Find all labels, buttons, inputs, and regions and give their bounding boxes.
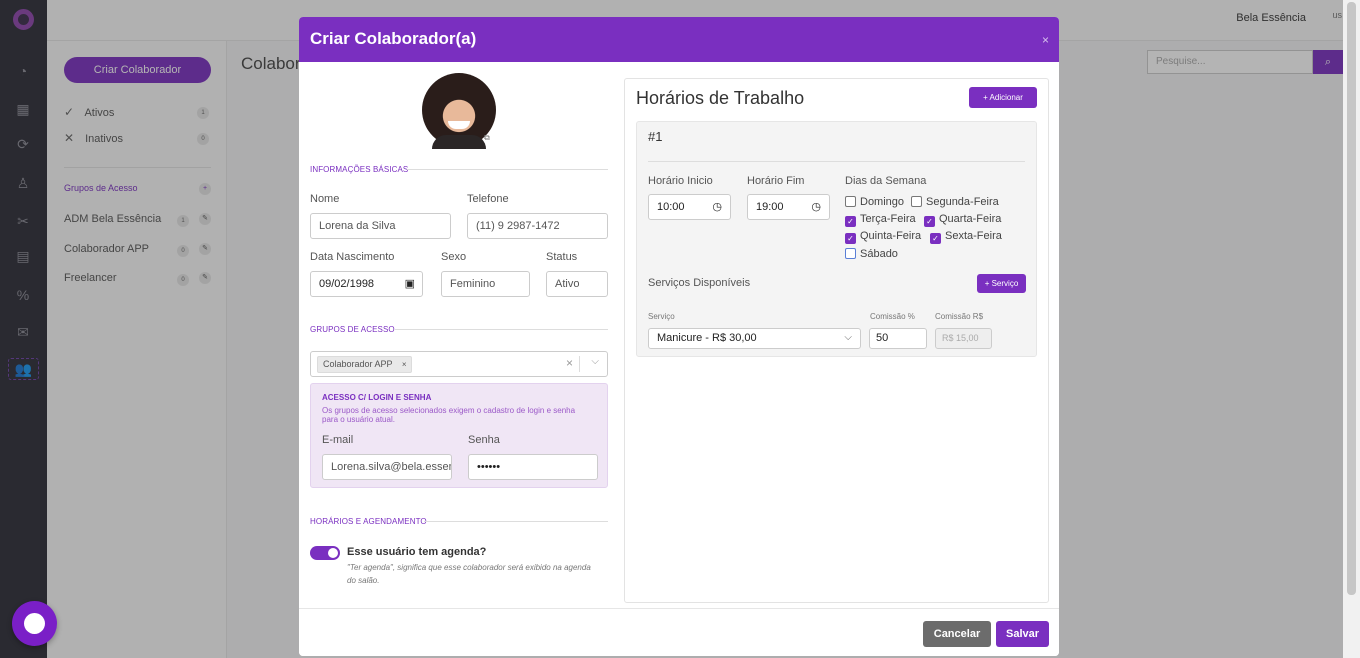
service-column-label: Serviço [648,312,675,321]
close-icon[interactable]: × [1042,18,1049,62]
birth-label: Data Nascimento [310,251,395,263]
start-time-field[interactable]: 10:00 ◷ [648,194,731,220]
group-tag: Colaborador APP × [317,356,412,373]
start-time-label: Horário Inicio [648,175,713,187]
divider [395,329,608,330]
section-schedule: HORÁRIOS E AGENDAMENTO [310,517,427,526]
checkbox-label: Quarta-Feira [939,213,1002,225]
password-label: Senha [468,434,500,446]
login-description: Os grupos de acesso selecionados exigem … [322,406,576,424]
checkbox-box: ✓ [845,216,856,227]
birth-date-field[interactable]: 09/02/1998 ▣ [310,271,423,297]
checkbox-box: ✓ [845,233,856,244]
services-label: Serviços Disponíveis [648,277,751,289]
calendar-icon[interactable]: ▣ [405,272,415,296]
chevron-down-icon[interactable]: ⌵ [844,329,852,347]
add-schedule-button[interactable]: + Adicionar [969,87,1037,108]
password-field[interactable]: •••••• [468,454,598,480]
remove-tag-icon[interactable]: × [402,357,407,372]
start-time-value: 10:00 [657,201,685,213]
page-scrollbar[interactable] [1343,0,1360,658]
modal-title: Criar Colaborador(a) [310,29,477,48]
divider [579,356,580,372]
end-time-field[interactable]: 19:00 ◷ [747,194,830,220]
checkbox-label: Sábado [860,248,898,260]
checkbox-box: ✓ [924,216,935,227]
checkbox-label: Domingo [860,196,905,208]
chevron-down-icon[interactable]: ⌵ [591,356,599,367]
checkbox-box [845,196,856,207]
access-group-select[interactable]: Colaborador APP × × ⌵ [310,351,608,377]
end-time-label: Horário Fim [747,175,805,187]
login-box: ACESSO C/ LOGIN E SENHA Os grupos de ace… [310,383,608,488]
commission-pct-column-label: Comissão % [870,312,915,321]
section-basic-info: INFORMAÇÕES BÁSICAS [310,165,409,174]
commission-rs-field: R$ 15,00 [935,328,992,349]
service-select[interactable]: Manicure - R$ 30,00 ⌵ [648,328,861,349]
checkbox-segunda[interactable]: Segunda-Feira [911,196,999,208]
work-hours-title: Horários de Trabalho [636,88,805,108]
phone-field[interactable]: (11) 9 2987-1472 [467,213,608,239]
phone-label: Telefone [467,193,509,205]
checkbox-label: Terça-Feira [860,213,916,225]
service-select-value: Manicure - R$ 30,00 [657,332,757,344]
checkbox-quinta[interactable]: ✓ Quinta-Feira [845,230,921,244]
clear-icon[interactable]: × [566,356,573,370]
checkbox-box: ✓ [930,233,941,244]
checkbox-sexta[interactable]: ✓ Sexta-Feira [930,230,1002,244]
birth-date-value: 09/02/1998 [319,278,375,290]
section-access-groups: GRUPOS DE ACESSO [310,325,395,334]
status-select[interactable]: Ativo [546,271,608,297]
work-hours-panel: Horários de Trabalho + Adicionar #1 Horá… [624,78,1049,603]
agenda-toggle[interactable] [310,546,340,560]
agenda-note: "Ter agenda", significa que esse colabor… [347,563,591,585]
commission-rs-column-label: Comissão R$ [935,312,984,321]
create-collaborator-modal: Criar Colaborador(a) × ⧉ INFORMAÇÕES BÁS… [299,17,1059,656]
divider [648,161,1025,162]
photo-detail [432,135,486,149]
photo-detail [448,121,470,129]
checkbox-label: Segunda-Feira [926,196,999,208]
login-title: ACESSO C/ LOGIN E SENHA [322,393,432,402]
sex-select[interactable]: Feminino [441,271,530,297]
email-field[interactable]: Lorena.silva@bela.essencia [322,454,452,480]
name-field[interactable]: Lorena da Silva [310,213,451,239]
add-service-button[interactable]: + Serviço [977,274,1026,293]
agenda-label: Esse usuário tem agenda? [347,546,487,558]
modal-footer: Cancelar Salvar [299,608,1059,656]
clock-icon[interactable]: ◷ [811,195,821,219]
schedule-card: #1 Horário Inicio 10:00 ◷ Horário Fim 19… [636,121,1037,357]
chat-widget-button[interactable] [12,601,57,646]
checkbox-domingo[interactable]: Domingo [845,196,904,208]
checkbox-box [911,196,922,207]
modal-header: Criar Colaborador(a) × [299,17,1059,62]
divider [407,169,608,170]
checkbox-box [845,248,856,259]
sex-label: Sexo [441,251,467,263]
chat-icon [24,613,45,634]
checkbox-terca[interactable]: ✓ Terça-Feira [845,213,916,227]
end-time-value: 19:00 [756,201,784,213]
checkbox-label: Sexta-Feira [945,230,1002,242]
divider [424,521,608,522]
upload-photo-icon[interactable]: ⧉ [484,133,490,143]
checkbox-sabado[interactable]: Sábado [845,248,898,260]
status-label: Status [546,251,578,263]
schedule-number: #1 [648,129,663,144]
email-label: E-mail [322,434,354,446]
name-label: Nome [310,193,340,205]
checkbox-quarta[interactable]: ✓ Quarta-Feira [924,213,1001,227]
checkbox-label: Quinta-Feira [860,230,922,242]
commission-pct-field[interactable]: 50 [869,328,927,349]
save-button[interactable]: Salvar [996,621,1049,647]
weekdays-label: Dias da Semana [845,175,927,187]
cancel-button[interactable]: Cancelar [923,621,991,647]
clock-icon[interactable]: ◷ [712,195,722,219]
group-tag-label: Colaborador APP [323,359,393,369]
